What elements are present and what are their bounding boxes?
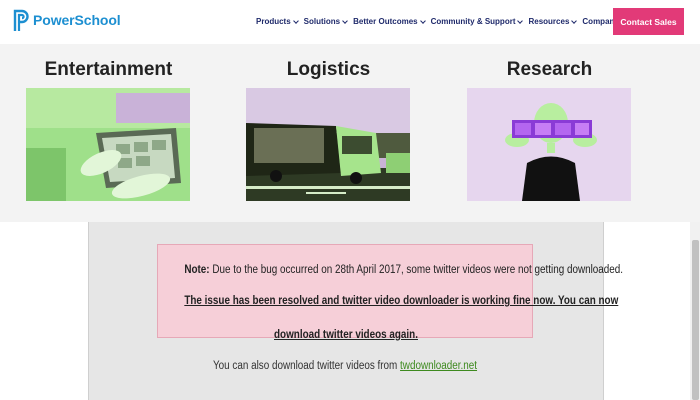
mega-column-logistics[interactable]: Logistics [246,44,411,201]
tablet-hands-photo[interactable] [26,88,190,201]
menu-label: Better Outcomes [353,17,418,26]
person-holding-film-photo[interactable] [467,88,631,201]
chevron-down-icon [292,17,299,24]
powerschool-logo-icon [12,8,30,32]
menu-label: Products [256,17,291,26]
column-title[interactable]: Logistics [246,58,411,82]
column-title[interactable]: Research [467,58,632,82]
notice-text-3: download twitter videos again. [274,329,418,341]
scrollbar-thumb[interactable] [692,240,699,400]
menu-solutions[interactable]: Solutions [304,17,349,26]
notice-text-2: The issue has been resolved and twitter … [184,295,619,307]
notice-text-1: Due to the bug occurred on 28th April 20… [212,264,624,276]
also-text: You can also download twitter videos fro… [212,360,401,372]
truck-photo[interactable] [246,88,410,201]
main-menu: Products Solutions Better Outcomes Commu… [256,17,628,26]
bug-notice: Note: Due to the bug occurred on 28th Ap… [157,244,623,341]
logo-text: PowerSchool [33,12,121,28]
menu-label: Resources [528,17,570,26]
column-title[interactable]: Entertainment [26,58,191,82]
menu-community-support[interactable]: Community & Support [431,17,525,26]
mega-column-entertainment[interactable]: Entertainment [26,44,191,201]
contact-sales-button[interactable]: Contact Sales [613,8,684,35]
twdownloader-link[interactable]: twdownloader.net [400,360,477,372]
chevron-down-icon [342,17,348,24]
top-nav: PowerSchool Products Solutions Better Ou… [0,0,700,44]
chevron-down-icon [419,17,426,24]
alternate-download-text: You can also download twitter videos fro… [183,360,506,372]
menu-products[interactable]: Products [256,17,300,26]
chevron-down-icon [517,17,524,24]
menu-better-outcomes[interactable]: Better Outcomes [353,17,426,26]
mega-menu-panel: Entertainment Logistics Research [0,44,700,222]
menu-resources[interactable]: Resources [528,17,578,26]
chevron-down-icon [571,17,578,24]
mega-column-research[interactable]: Research [467,44,632,201]
menu-label: Solutions [303,17,341,26]
logo[interactable]: PowerSchool [12,8,121,32]
notice-line-1: Note: Due to the bug occurred on 28th Ap… [184,264,623,276]
note-label: Note: [184,264,210,276]
menu-label: Community & Support [430,17,516,26]
